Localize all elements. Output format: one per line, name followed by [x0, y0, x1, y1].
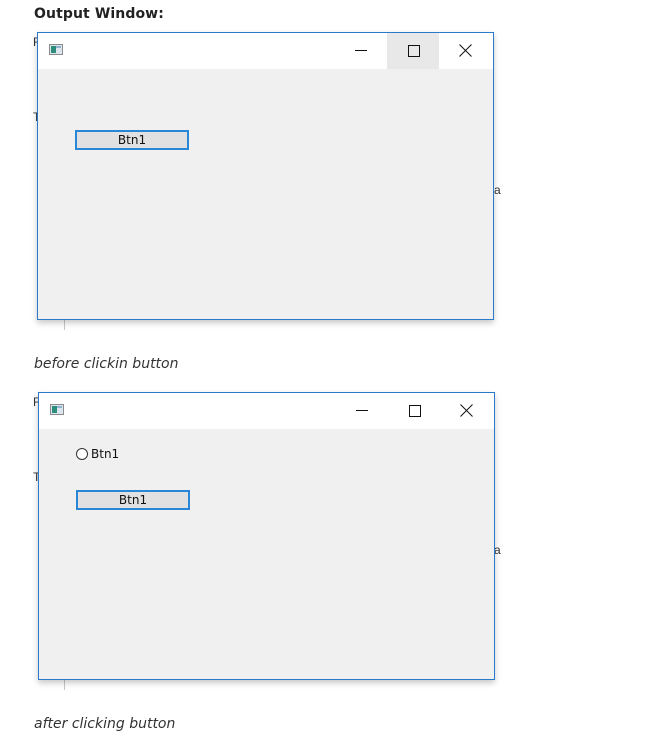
minimize-icon	[356, 410, 368, 411]
background-fragment-a: a	[494, 183, 501, 197]
btn1-button[interactable]: Btn1	[76, 490, 190, 510]
maximize-button[interactable]	[387, 33, 439, 69]
background-edge	[64, 680, 65, 690]
close-icon	[459, 403, 473, 417]
output-window-heading: Output Window:	[34, 6, 164, 22]
title-bar[interactable]	[39, 393, 494, 429]
btn1-button[interactable]: Btn1	[75, 130, 189, 150]
minimize-icon	[355, 50, 367, 51]
app-window: Btn1 Btn1	[38, 392, 495, 680]
minimize-button[interactable]	[336, 393, 388, 429]
background-fragment-a: a	[494, 543, 501, 557]
radio-label: Btn1	[91, 447, 120, 461]
radio-circle-icon[interactable]	[76, 448, 88, 460]
window-app-icon[interactable]	[50, 404, 64, 415]
maximize-icon	[409, 405, 421, 417]
close-button[interactable]	[440, 393, 492, 429]
title-bar[interactable]	[38, 33, 493, 69]
screenshot-after: F T a Btn1 Btn1	[0, 392, 666, 692]
background-edge	[64, 320, 65, 330]
maximize-icon	[408, 45, 420, 57]
window-app-icon[interactable]	[49, 44, 63, 55]
minimize-button[interactable]	[335, 33, 387, 69]
screenshot-before: F T a Btn1	[0, 32, 666, 332]
btn1-radio[interactable]: Btn1	[76, 446, 119, 462]
close-icon	[458, 43, 472, 57]
close-button[interactable]	[439, 33, 491, 69]
app-window: Btn1	[37, 32, 494, 320]
maximize-button[interactable]	[388, 393, 440, 429]
caption-before: before clickin button	[34, 356, 179, 372]
caption-after: after clicking button	[34, 716, 176, 732]
